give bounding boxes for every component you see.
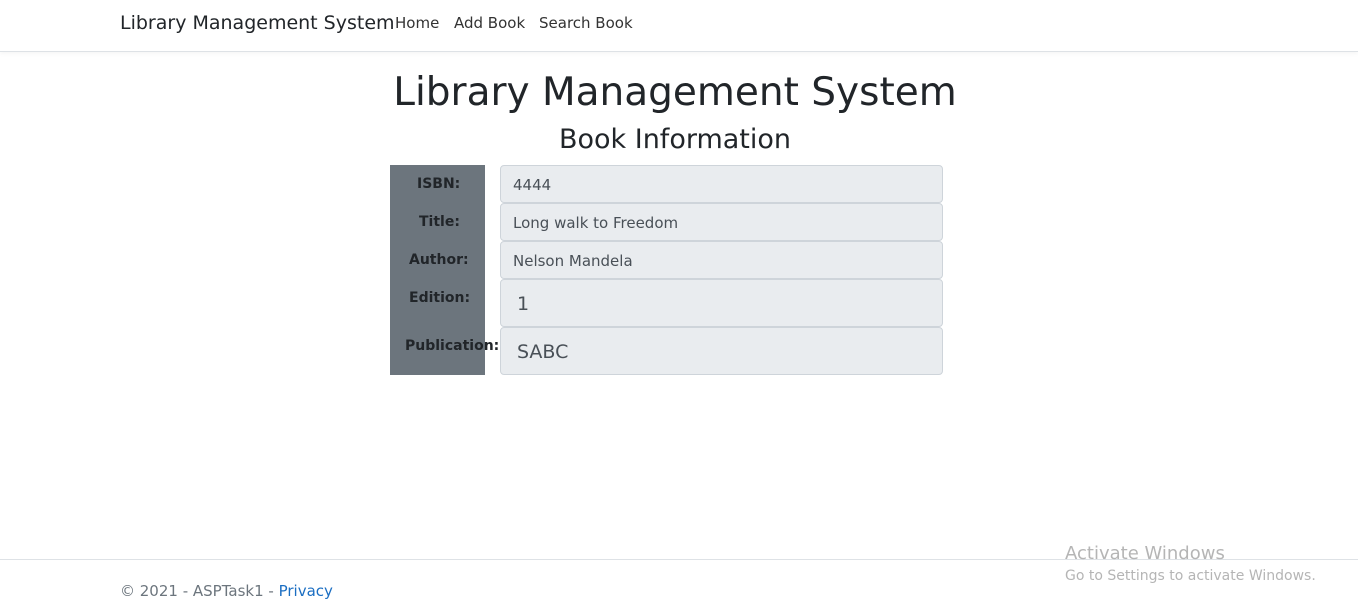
author-label: Author: <box>409 252 469 268</box>
nav-link-home[interactable]: Home <box>395 14 439 32</box>
author-field[interactable]: Nelson Mandela <box>500 241 943 279</box>
windows-activation-subtitle: Go to Settings to activate Windows. <box>1065 568 1316 584</box>
title-label: Title: <box>419 214 460 230</box>
nav-link-search-book[interactable]: Search Book <box>539 14 633 32</box>
page-subtitle: Book Information <box>558 124 792 155</box>
isbn-label: ISBN: <box>417 176 461 192</box>
privacy-link[interactable]: Privacy <box>279 582 333 600</box>
footer-copyright: © 2021 - ASPTask1 - <box>120 582 279 600</box>
top-navbar: Library Management System Home Add Book … <box>0 0 1358 52</box>
isbn-field[interactable]: 4444 <box>500 165 943 203</box>
footer-text: © 2021 - ASPTask1 - Privacy <box>120 582 333 600</box>
navbar-brand[interactable]: Library Management System <box>120 12 395 34</box>
publication-field[interactable]: SABC <box>500 327 943 375</box>
page-title: Library Management System <box>393 70 957 115</box>
edition-field[interactable]: 1 <box>500 279 943 327</box>
edition-label: Edition: <box>409 290 471 306</box>
windows-activation-title: Activate Windows <box>1065 543 1225 564</box>
publication-label: Publication: <box>405 338 500 354</box>
nav-link-add-book[interactable]: Add Book <box>454 14 525 32</box>
title-field[interactable]: Long walk to Freedom <box>500 203 943 241</box>
